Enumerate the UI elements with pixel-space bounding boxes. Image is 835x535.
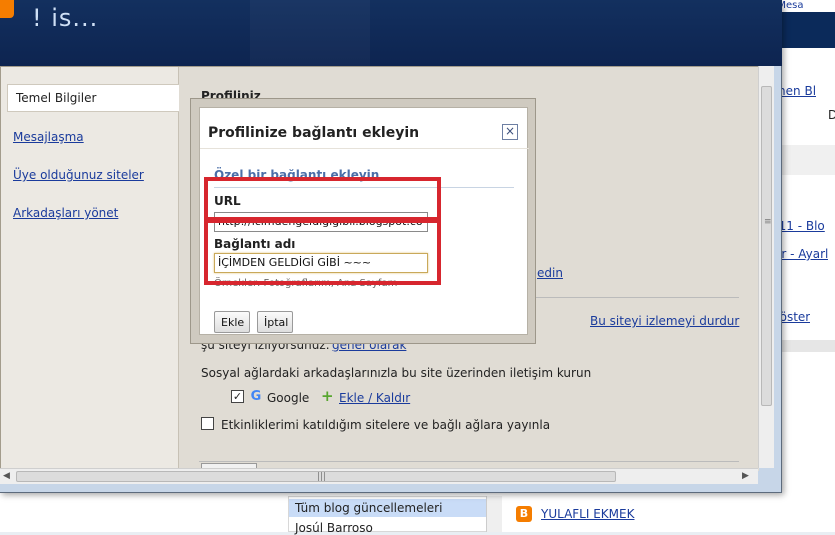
feed-list[interactable]: Tüm blog güncellemeleri Josúl Barroso (288, 496, 488, 535)
edit-link[interactable]: edin (537, 266, 563, 280)
link-name-highlight-box (204, 219, 441, 285)
feed-list-scrollbar[interactable] (486, 496, 502, 532)
publish-activity-checkbox[interactable] (201, 417, 214, 430)
add-remove-link[interactable]: Ekle / Kaldır (339, 391, 410, 405)
plus-icon: + (321, 387, 334, 405)
cancel-button[interactable]: İptal (257, 311, 293, 333)
divider-bottom (199, 461, 739, 462)
google-label: Google (267, 391, 310, 405)
vertical-scrollbar[interactable]: ≡ (758, 66, 774, 468)
dialog-title: Profilinize bağlantı ekleyin (208, 125, 420, 141)
horizontal-scrollbar[interactable]: ◀ ||| ▶ (0, 468, 758, 484)
url-highlight-box (204, 177, 441, 221)
post-title-link[interactable]: YULAFLI EKMEK (541, 507, 634, 521)
sidebar-item-temel-bilgiler[interactable]: Temel Bilgiler (7, 84, 179, 112)
scroll-grip-icon: ||| (317, 472, 327, 482)
scroll-right-icon[interactable]: ▶ (742, 471, 749, 481)
blogger-logo-icon (0, 0, 14, 18)
settings-sidebar: Temel Bilgiler Mesajlaşma Üye olduğunuz … (1, 67, 179, 471)
google-checkbox[interactable]: ✓ (231, 390, 244, 403)
sidebar-item-mesajlasma[interactable]: Mesajlaşma (13, 130, 84, 144)
sidebar-item-uye-siteler[interactable]: Üye olduğunuz siteler (13, 168, 144, 182)
social-networks-text: Sosyal ağlardaki arkadaşlarınızla bu sit… (201, 366, 592, 380)
close-icon[interactable]: × (502, 124, 518, 140)
vertical-scroll-thumb[interactable]: ≡ (761, 86, 772, 406)
window-header: ! is... (0, 0, 782, 66)
blogger-icon: B (516, 506, 532, 522)
horizontal-scroll-thumb[interactable]: ||| (16, 471, 616, 482)
add-button[interactable]: Ekle (214, 311, 250, 333)
stop-following-link[interactable]: Bu siteyi izlemeyi durdur (590, 314, 739, 328)
right-col-letter: D (828, 108, 835, 122)
scroll-grip-icon: ≡ (764, 217, 772, 227)
dialog-divider (200, 148, 529, 149)
google-icon: G (250, 389, 262, 404)
settings-link[interactable]: ar - Ayarl (774, 247, 828, 261)
window-title: ! is... (32, 4, 99, 32)
sidebar-item-arkadaslar[interactable]: Arkadaşları yönet (13, 206, 118, 220)
header-decoration (250, 0, 370, 66)
publish-activity-label: Etkinliklerimi katıldığım sitelere ve ba… (221, 418, 551, 432)
feed-list-item-selected[interactable]: Tüm blog güncellemeleri (289, 499, 487, 517)
feed-list-item[interactable]: Josúl Barroso (295, 521, 373, 535)
scroll-left-icon[interactable]: ◀ (3, 471, 10, 481)
